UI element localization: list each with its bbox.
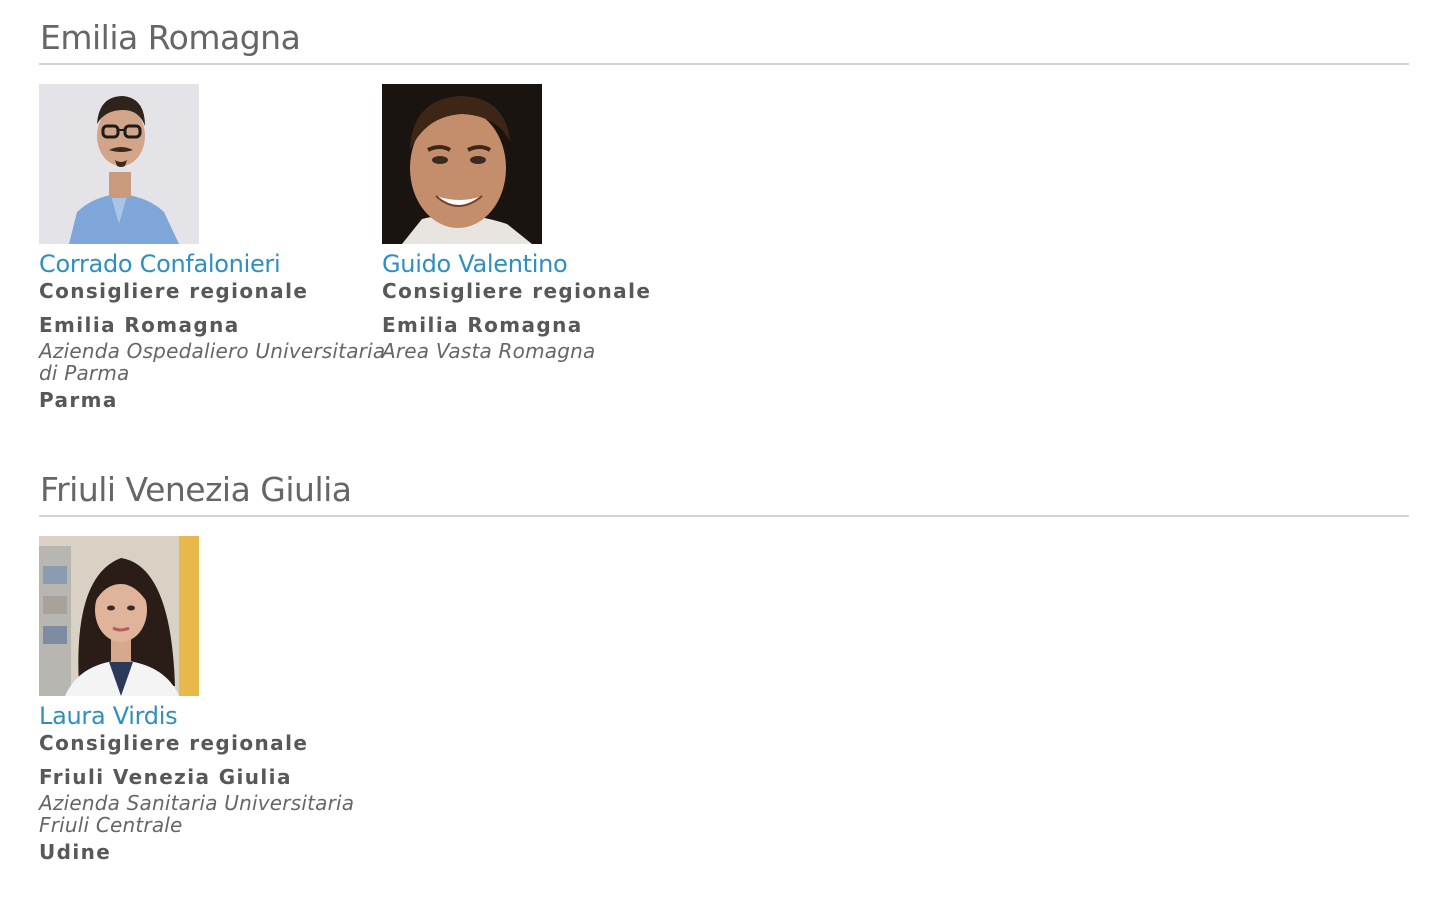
person-name-link[interactable]: Guido Valentino [382,250,722,278]
section-divider [39,515,1409,517]
organization-line-2: di Parma [39,361,130,385]
person-card: Corrado Confalonieri Consigliere regiona… [39,84,386,412]
person-photo[interactable] [39,84,199,244]
person-name-link[interactable]: Laura Virdis [39,702,379,730]
person-city: Parma [39,388,118,412]
person-organization: Azienda Sanitaria Universitaria Friuli C… [39,792,379,836]
person-name-link[interactable]: Corrado Confalonieri [39,250,379,278]
person-photo[interactable] [39,536,199,696]
people-list: Corrado Confalonieri Consigliere regiona… [39,84,1409,424]
person-role: Consigliere regionale [382,279,652,303]
portrait-image [382,84,542,244]
portrait-image [39,84,199,244]
people-list: Laura Virdis Consigliere regionale Friul… [39,536,1409,876]
section-title: Emilia Romagna [40,18,301,57]
portrait-image [39,536,199,696]
section-divider [39,63,1409,65]
organization-line-1: Area Vasta Romagna [382,339,596,363]
section-emilia-romagna: Emilia Romagna Corrado Confalonieri Cons… [39,17,1409,424]
person-region: Emilia Romagna [39,313,240,337]
section-title: Friuli Venezia Giulia [40,470,352,509]
organization-line-1: Azienda Ospedaliero Universitaria [39,339,386,363]
person-card: Guido Valentino Consigliere regionale Em… [382,84,722,362]
person-card: Laura Virdis Consigliere regionale Friul… [39,536,379,864]
person-role: Consigliere regionale [39,279,309,303]
person-photo[interactable] [382,84,542,244]
person-region: Friuli Venezia Giulia [39,765,292,789]
organization-line-2: Friuli Centrale [39,813,183,837]
person-organization: Azienda Ospedaliero Universitaria di Par… [39,339,386,385]
person-role: Consigliere regionale [39,731,309,755]
person-region: Emilia Romagna [382,313,583,337]
person-city: Udine [39,840,112,864]
person-organization: Area Vasta Romagna [382,340,722,362]
section-friuli-venezia-giulia: Friuli Venezia Giulia Laura Virdis Consi… [39,469,1409,876]
organization-line-1: Azienda Sanitaria Universitaria [39,791,355,815]
